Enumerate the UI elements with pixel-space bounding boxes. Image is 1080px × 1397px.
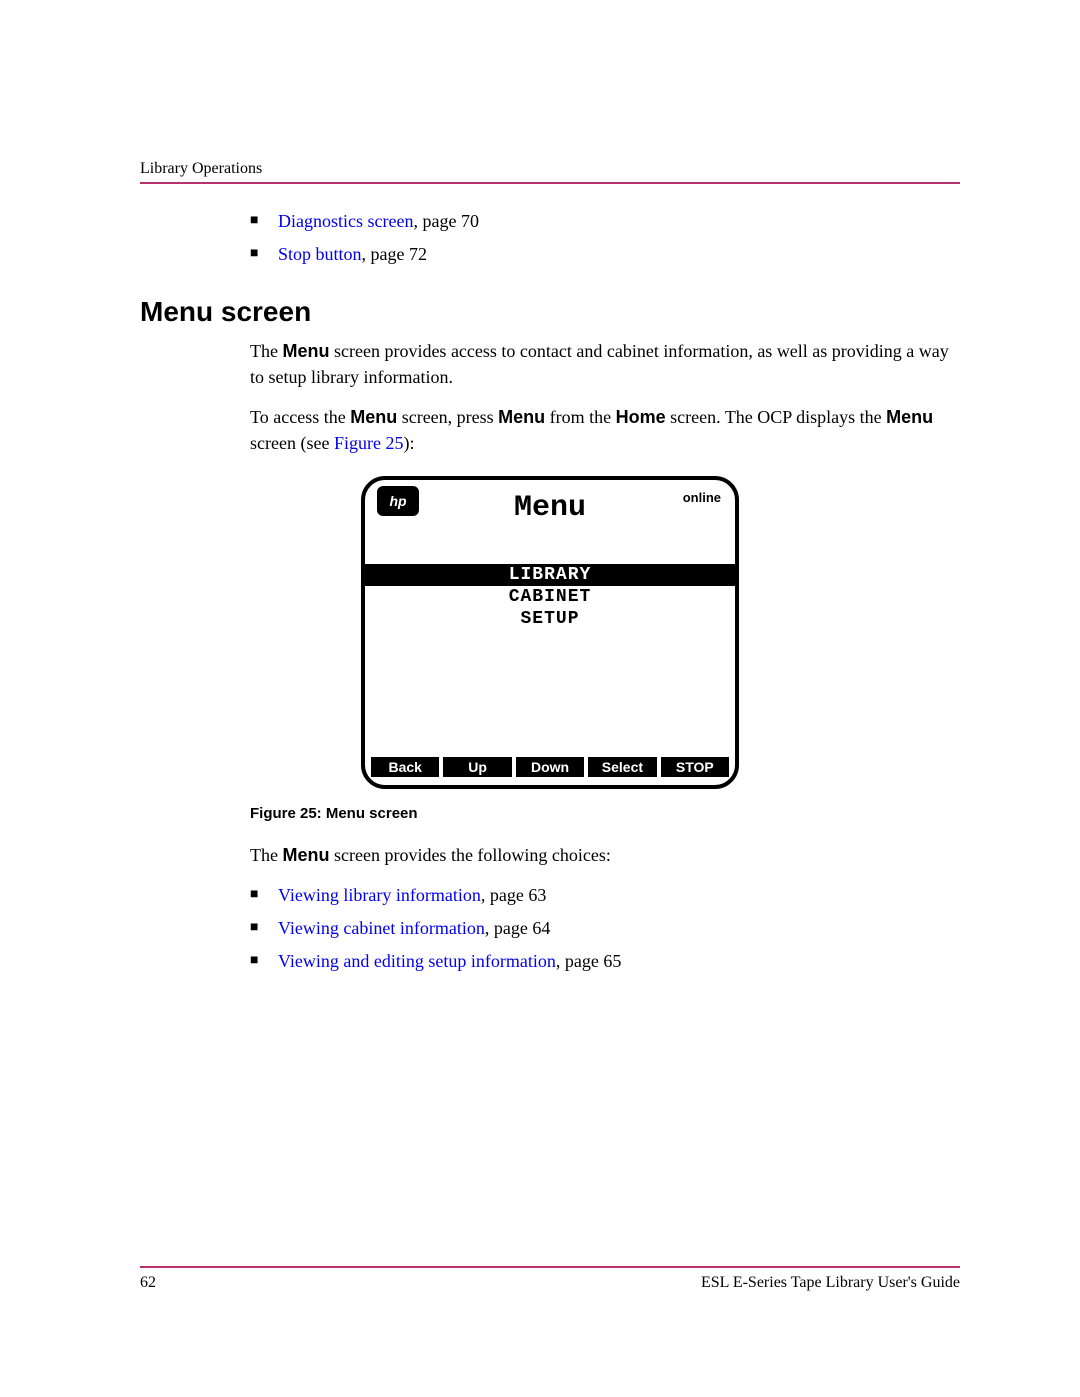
ocp-back-button[interactable]: Back (371, 757, 439, 777)
page-ref: , page 65 (556, 951, 621, 971)
ocp-stop-button[interactable]: STOP (661, 757, 729, 777)
page: Library Operations Diagnostics screen, p… (0, 0, 1080, 1397)
link-view-setup[interactable]: Viewing and editing setup information (278, 951, 556, 971)
link-stop-button[interactable]: Stop button (278, 244, 362, 264)
page-ref: , page 63 (481, 885, 546, 905)
ocp-title: Menu (514, 491, 586, 525)
ocp-item-setup[interactable]: SETUP (365, 608, 735, 630)
top-bullet-list: Diagnostics screen, page 70 Stop button,… (140, 208, 960, 268)
header-rule (140, 182, 960, 184)
list-item: Viewing cabinet information, page 64 (250, 915, 960, 942)
ocp-panel: hp Menu online LIBRARY CABINET SETUP Bac… (361, 476, 739, 789)
list-item: Diagnostics screen, page 70 (250, 208, 960, 235)
heading-menu-screen: Menu screen (140, 296, 960, 328)
list-item: Viewing and editing setup information, p… (250, 948, 960, 975)
figure-caption: Figure 25: Menu screen (140, 805, 960, 822)
page-ref: , page 72 (362, 244, 427, 264)
guide-title: ESL E-Series Tape Library User's Guide (701, 1274, 960, 1292)
ocp-menu-list: LIBRARY CABINET SETUP (365, 530, 735, 751)
footer-rule (140, 1266, 960, 1268)
paragraph: The Menu screen provides access to conta… (140, 338, 960, 390)
ocp-down-button[interactable]: Down (516, 757, 584, 777)
ocp-item-cabinet[interactable]: CABINET (365, 586, 735, 608)
hp-logo-icon: hp (377, 486, 419, 516)
bottom-bullet-list: Viewing library information, page 63 Vie… (140, 882, 960, 975)
figure-ocp: hp Menu online LIBRARY CABINET SETUP Bac… (140, 476, 960, 789)
ocp-status: online (683, 490, 721, 505)
page-number: 62 (140, 1274, 156, 1292)
list-item: Viewing library information, page 63 (250, 882, 960, 909)
running-header: Library Operations (140, 160, 960, 178)
paragraph: The Menu screen provides the following c… (140, 842, 960, 868)
link-view-cabinet[interactable]: Viewing cabinet information (278, 918, 485, 938)
link-figure-25[interactable]: Figure 25 (334, 433, 404, 453)
page-footer: 62 ESL E-Series Tape Library User's Guid… (140, 1266, 960, 1292)
link-view-library[interactable]: Viewing library information (278, 885, 481, 905)
ocp-up-button[interactable]: Up (443, 757, 511, 777)
ocp-button-bar: Back Up Down Select STOP (365, 751, 735, 785)
ocp-select-button[interactable]: Select (588, 757, 656, 777)
link-diagnostics[interactable]: Diagnostics screen (278, 211, 413, 231)
page-ref: , page 70 (413, 211, 478, 231)
list-item: Stop button, page 72 (250, 241, 960, 268)
ocp-header: hp Menu online (365, 480, 735, 530)
ocp-item-library[interactable]: LIBRARY (365, 564, 735, 586)
paragraph: To access the Menu screen, press Menu fr… (140, 404, 960, 456)
page-ref: , page 64 (485, 918, 550, 938)
